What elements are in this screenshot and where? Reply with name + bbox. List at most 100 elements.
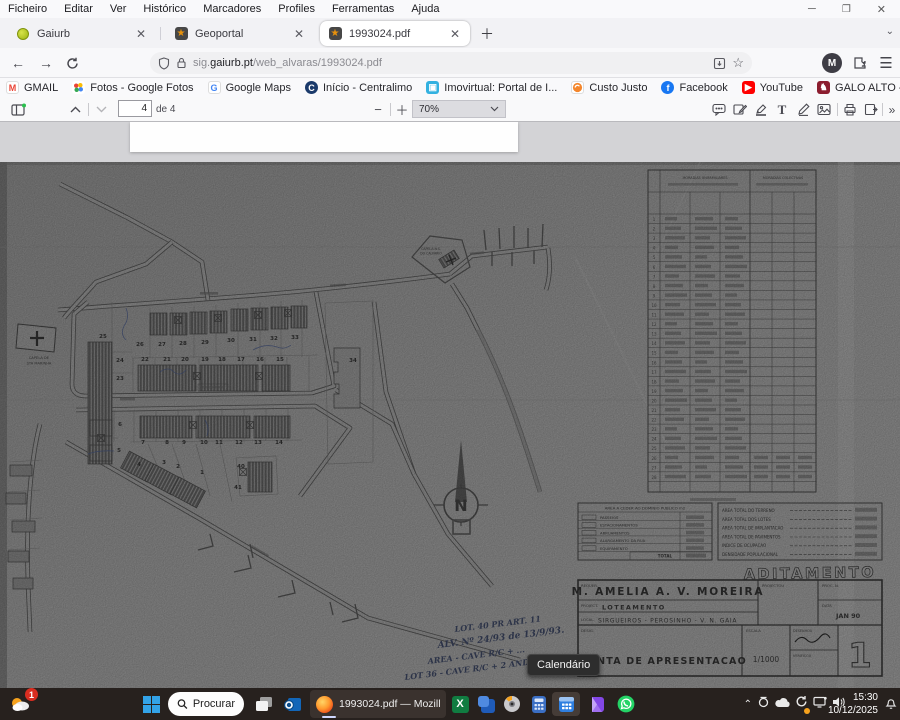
onedrive-cloud-icon[interactable] [775, 695, 790, 713]
reload-icon [66, 57, 79, 70]
sidebar-toggle-button[interactable] [8, 100, 28, 119]
menu-historico[interactable]: Histórico [143, 3, 186, 15]
taskbar-tooltip: Calendário [527, 654, 600, 676]
account-avatar[interactable]: M [822, 53, 842, 73]
menu-ficheiro[interactable]: Ficheiro [8, 3, 47, 15]
tab-close-icon[interactable]: ✕ [292, 27, 306, 41]
imovirtual-icon: ▣ [426, 81, 439, 94]
signature-tool-button[interactable] [731, 100, 749, 119]
sync-update-icon[interactable] [795, 695, 808, 713]
menu-profiles[interactable]: Profiles [278, 3, 315, 15]
tab-close-icon[interactable]: ✕ [448, 27, 462, 41]
extensions-icon[interactable] [850, 53, 870, 73]
close-button[interactable]: ✕ [877, 3, 886, 16]
bookmark-youtube[interactable]: ▶ YouTube [742, 81, 803, 94]
pdf-page-3-bottom [130, 122, 518, 152]
gaiurb-favicon-icon [16, 27, 30, 41]
bookmark-imovirtual[interactable]: ▣ Imovirtual: Portal de I... [426, 81, 557, 94]
save-button[interactable] [862, 100, 880, 119]
new-tab-button[interactable]: ＋ [478, 25, 496, 43]
bookmark-custo-justo[interactable]: Custo Justo [571, 81, 647, 94]
menu-ajuda[interactable]: Ajuda [411, 3, 439, 15]
tab-gaiurb[interactable]: Gaiurb ✕ [8, 21, 156, 46]
shield-icon[interactable] [158, 57, 170, 70]
window-controls: ─ ❐ ✕ [794, 0, 900, 18]
paper-grain [0, 162, 900, 688]
tab-title: Gaiurb [37, 28, 127, 40]
notification-count-badge: 1 [25, 688, 38, 701]
tray-chevron-up-icon[interactable]: ⌃ [744, 699, 752, 710]
restore-button[interactable]: ❐ [842, 4, 851, 15]
tab-close-icon[interactable]: ✕ [134, 27, 148, 41]
forward-button[interactable]: → [36, 53, 56, 73]
widgets-weather-icon[interactable]: 1 [8, 692, 32, 716]
facebook-icon: f [661, 81, 674, 94]
highlight-tool-button[interactable] [752, 100, 770, 119]
tab-strip: Gaiurb ✕ ★ Geoportal ✕ ★ 1993024.pdf ✕ ＋… [0, 18, 900, 48]
firefox-task-button[interactable]: 1993024.pdf — Mozilla I [310, 690, 446, 718]
clipchamp-icon[interactable] [586, 692, 610, 716]
save-to-device-icon[interactable] [713, 57, 726, 70]
youtube-icon: ▶ [742, 81, 755, 94]
draw-tool-button[interactable] [794, 100, 812, 119]
zoom-in-button[interactable]: ＋ [394, 100, 410, 119]
next-page-button[interactable] [92, 100, 110, 119]
bookmark-google-maps[interactable]: G Google Maps [208, 81, 291, 94]
search-icon [177, 698, 188, 710]
clock[interactable]: 15:30 10/12/2025 [828, 691, 878, 717]
menu-hamburger-icon[interactable]: ☰ [876, 53, 896, 73]
bookmark-star-icon[interactable]: ☆ [732, 55, 744, 71]
task-view-button[interactable] [252, 692, 276, 716]
bookmark-gmail[interactable]: M GMAIL [6, 81, 58, 94]
site-plan-drawing: CAPELA DE STA MARINHA CAPELA N.S. DO CAL… [0, 162, 900, 688]
back-button[interactable]: ← [8, 53, 28, 73]
minimize-button[interactable]: ─ [808, 3, 816, 15]
taskbar-search[interactable]: Procurar [168, 692, 244, 716]
reload-button[interactable] [62, 53, 82, 73]
bookmark-galo-alto[interactable]: ♞ GALO ALTO - SOCIED... [817, 81, 900, 94]
whatsapp-icon[interactable] [614, 692, 638, 716]
text-tool-button[interactable]: T [773, 100, 791, 119]
page-number-input[interactable] [118, 100, 152, 117]
previous-page-button[interactable] [66, 100, 84, 119]
tab-separator [160, 27, 161, 40]
bookmark-google-fotos[interactable]: Fotos - Google Fotos [72, 81, 193, 94]
menu-ferramentas[interactable]: Ferramentas [332, 3, 394, 15]
excel-icon[interactable]: X [448, 692, 472, 716]
lock-icon[interactable] [176, 57, 187, 69]
centralimo-icon: C [305, 81, 318, 94]
bookmark-facebook[interactable]: f Facebook [661, 81, 727, 94]
menu-ver[interactable]: Ver [110, 3, 127, 15]
bookmark-centralimo[interactable]: C Início - Centralimo [305, 81, 412, 94]
comment-tool-button[interactable] [710, 100, 728, 119]
google-maps-icon: G [208, 81, 221, 94]
start-button[interactable] [139, 692, 163, 716]
pdf-viewer[interactable]: CAPELA DE STA MARINHA CAPELA N.S. DO CAL… [0, 122, 900, 688]
print-button[interactable] [841, 100, 859, 119]
menu-bar: Ficheiro Editar Ver Histórico Marcadores… [0, 0, 900, 18]
calculator-icon[interactable] [527, 692, 551, 716]
tab-pdf-active[interactable]: ★ 1993024.pdf ✕ [320, 21, 470, 46]
tab-title: 1993024.pdf [349, 28, 441, 40]
menu-marcadores[interactable]: Marcadores [203, 3, 261, 15]
url-bar[interactable]: sig.gaiurb.pt/web_alvaras/1993024.pdf ☆ [150, 52, 752, 74]
page-total-label: de 4 [156, 100, 186, 119]
more-tools-button[interactable]: » [884, 100, 900, 119]
notifications-bell-icon[interactable] [884, 696, 898, 715]
tab-geoportal[interactable]: ★ Geoportal ✕ [166, 21, 314, 46]
disc-burner-icon[interactable] [500, 692, 524, 716]
zoom-select[interactable]: 70% [412, 100, 506, 118]
pdf-favicon-icon: ★ [328, 27, 342, 41]
image-tool-button[interactable] [815, 100, 833, 119]
geoportal-favicon-icon: ★ [174, 27, 188, 41]
menu-editar[interactable]: Editar [64, 3, 93, 15]
custo-justo-icon [571, 81, 584, 94]
blue-app-icon[interactable] [474, 692, 498, 716]
tray-ring-icon[interactable] [757, 695, 770, 713]
zoom-out-button[interactable]: − [370, 100, 386, 119]
list-all-tabs-icon[interactable]: ⌄ [886, 26, 894, 37]
outlook-icon[interactable] [281, 692, 305, 716]
calendar-icon[interactable] [552, 692, 580, 716]
display-device-icon[interactable] [813, 695, 827, 713]
gmail-icon: M [6, 81, 19, 94]
